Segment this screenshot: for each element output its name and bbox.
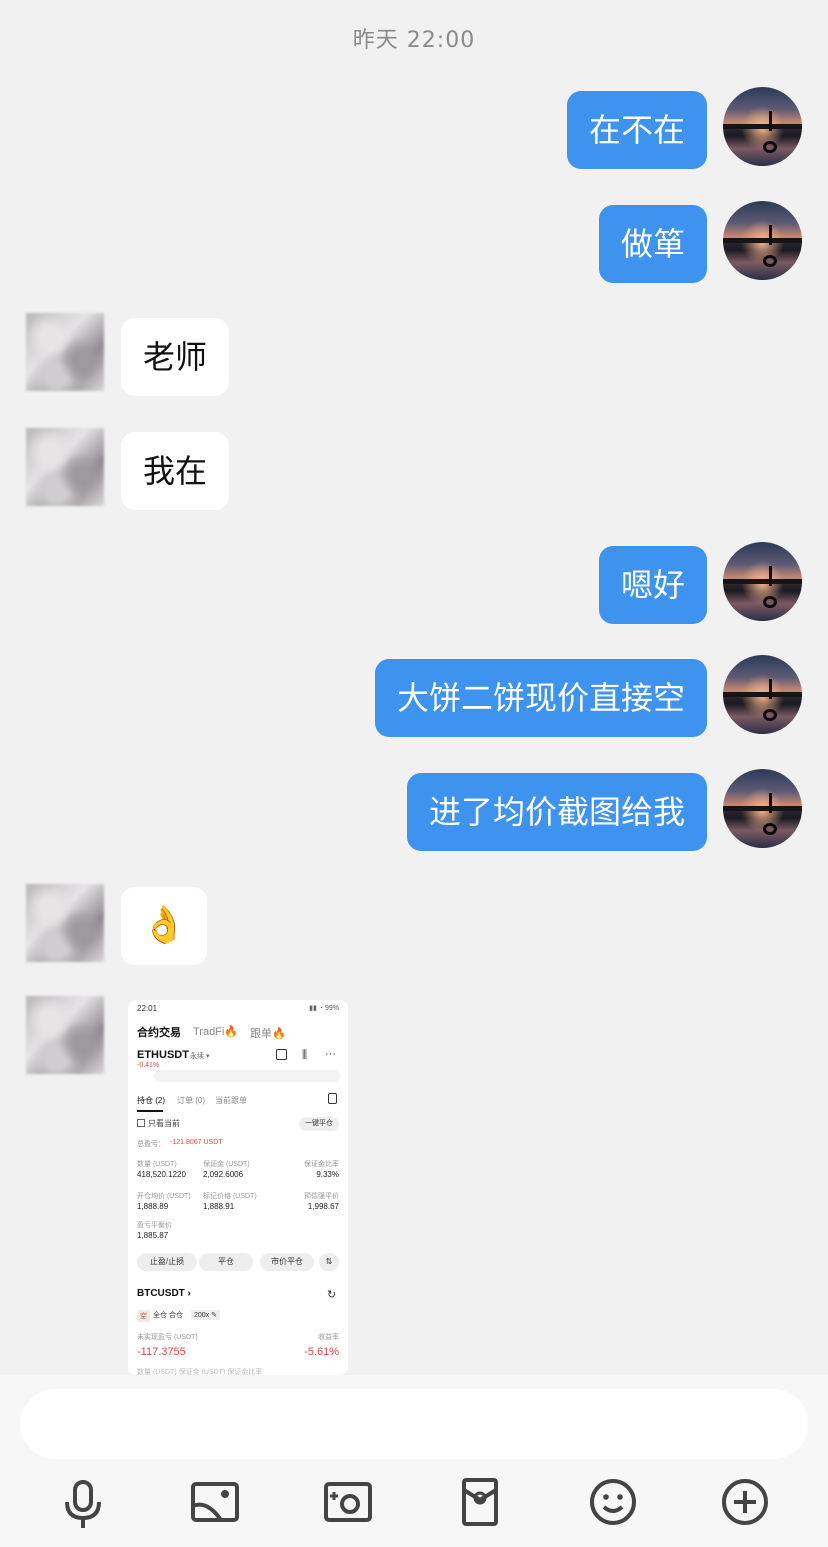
contact-avatar[interactable]: [26, 884, 104, 962]
shot-tab-underline: [137, 1110, 163, 1112]
shot-entry-label: 开仓均价 (USDT): [137, 1193, 191, 1200]
chat-timestamp: 昨天 22:00: [352, 28, 476, 53]
message-input[interactable]: [20, 1389, 808, 1459]
camera-icon[interactable]: [318, 1472, 378, 1532]
shot-liq-label: 预估强平价: [304, 1193, 339, 1200]
shot-btc-side: 空: [137, 1310, 150, 1322]
shot-status-time: 22:01: [137, 1004, 158, 1013]
my-message-bubble[interactable]: 大饼二饼现价直接空: [374, 659, 707, 737]
shot-subtab-positions: 持仓 (2): [137, 1096, 165, 1105]
shot-margin-value: 2,092.6006: [203, 1170, 244, 1179]
chart-icon: [276, 1049, 287, 1060]
shot-close-all: 一键平仓: [299, 1117, 339, 1131]
shot-change: -0.41%: [137, 1062, 160, 1069]
shot-size-value: 418,520.1220: [137, 1170, 186, 1179]
shot-total-pnl-label: 总盈亏：: [137, 1141, 165, 1148]
contact-avatar[interactable]: [26, 996, 104, 1074]
shot-subtab-copy: 当前跟单: [215, 1096, 247, 1105]
shot-symbol: ETHUSDT: [137, 1049, 189, 1061]
my-avatar[interactable]: [723, 201, 802, 280]
shot-tab-copy: 跟单🔥: [250, 1028, 286, 1040]
shot-btc-mode: 全仓 合仓: [153, 1312, 183, 1319]
document-icon: [328, 1093, 337, 1104]
my-message-bubble[interactable]: 嗯好: [598, 546, 707, 624]
shot-subtab-orders: 订单 (0): [177, 1096, 205, 1105]
my-avatar[interactable]: [723, 542, 802, 621]
shot-breakeven-value: 1,885.87: [137, 1231, 169, 1240]
shot-margin-label: 保证金 (USDT): [203, 1161, 250, 1168]
shot-status-icons: ▮▮ ◔ 99%: [309, 1005, 339, 1012]
shot-margin-ratio-value: 9.33%: [316, 1170, 339, 1179]
shot-cut-row: 数量 (USDT) 保证金 (USDT) 保证金比率: [137, 1369, 263, 1375]
shot-size-label: 数量 (USDT): [137, 1161, 177, 1168]
their-message-bubble[interactable]: 老师: [121, 318, 230, 396]
shot-entry-value: 1,888.89: [137, 1202, 169, 1211]
contact-avatar[interactable]: [26, 428, 104, 506]
shot-margin-ratio-label: 保证金比率: [304, 1161, 339, 1168]
shot-total-pnl-value: -121.8067 USDT: [170, 1139, 223, 1146]
shot-market-close-button: 市价平仓: [260, 1253, 314, 1271]
my-avatar[interactable]: [723, 655, 802, 734]
shot-tab-futures: 合约交易: [137, 1027, 181, 1039]
shot-liq-value: 1,998.67: [307, 1202, 339, 1211]
shot-btc-upnl-label: 未实现盈亏 (USDT): [137, 1334, 198, 1341]
microphone-icon[interactable]: [53, 1472, 113, 1532]
contact-avatar[interactable]: [26, 313, 104, 391]
shot-tpsl-button: 止盈/止损: [137, 1253, 197, 1271]
image-icon[interactable]: [185, 1472, 245, 1532]
shot-only-current: 只看当前: [148, 1119, 180, 1128]
plus-icon[interactable]: [715, 1472, 775, 1532]
shot-close-button: 平仓: [199, 1253, 253, 1271]
shot-btc-roe-label: 收益率: [318, 1334, 339, 1341]
composer-bar: [0, 1375, 828, 1547]
shot-perpetual: 永续 ▾: [190, 1053, 210, 1060]
shot-tab-tradfi: TradFi🔥: [193, 1026, 239, 1038]
my-message-bubble[interactable]: 进了均价截图给我: [406, 773, 707, 851]
more-icon: ···: [325, 1048, 336, 1060]
emoji-icon[interactable]: [583, 1472, 643, 1532]
my-message-bubble[interactable]: 做箪: [598, 205, 707, 283]
shot-reverse-button: ⇅: [319, 1253, 339, 1271]
shot-mark-value: 1,888.91: [203, 1202, 235, 1211]
my-avatar[interactable]: [723, 87, 802, 166]
shot-breakeven-label: 盈亏平衡价: [137, 1222, 172, 1229]
shot-mark-label: 标记价格 (USDT): [203, 1193, 257, 1200]
shot-btc-symbol: BTCUSDT ›: [137, 1288, 191, 1299]
red-packet-icon[interactable]: [450, 1472, 510, 1532]
shot-banner: [154, 1070, 340, 1082]
their-emoji-message[interactable]: 👌: [121, 887, 207, 965]
my-message-bubble[interactable]: 在不在: [566, 91, 707, 169]
shot-btc-upnl-value: -117.3755: [137, 1346, 186, 1358]
shot-btc-leverage: 200x ✎: [191, 1310, 220, 1320]
checkbox-icon: [137, 1119, 145, 1127]
shot-btc-roe-value: -5.61%: [304, 1346, 339, 1358]
screenshot-image-message[interactable]: 22:01 ▮▮ ◔ 99% 合约交易 TradFi🔥 跟单🔥 ETHUSDT …: [128, 1000, 348, 1375]
their-message-bubble[interactable]: 我在: [121, 432, 230, 510]
my-avatar[interactable]: [723, 769, 802, 848]
refresh-icon: ↻: [327, 1289, 337, 1301]
candlestick-icon: ⫼: [302, 1049, 308, 1061]
